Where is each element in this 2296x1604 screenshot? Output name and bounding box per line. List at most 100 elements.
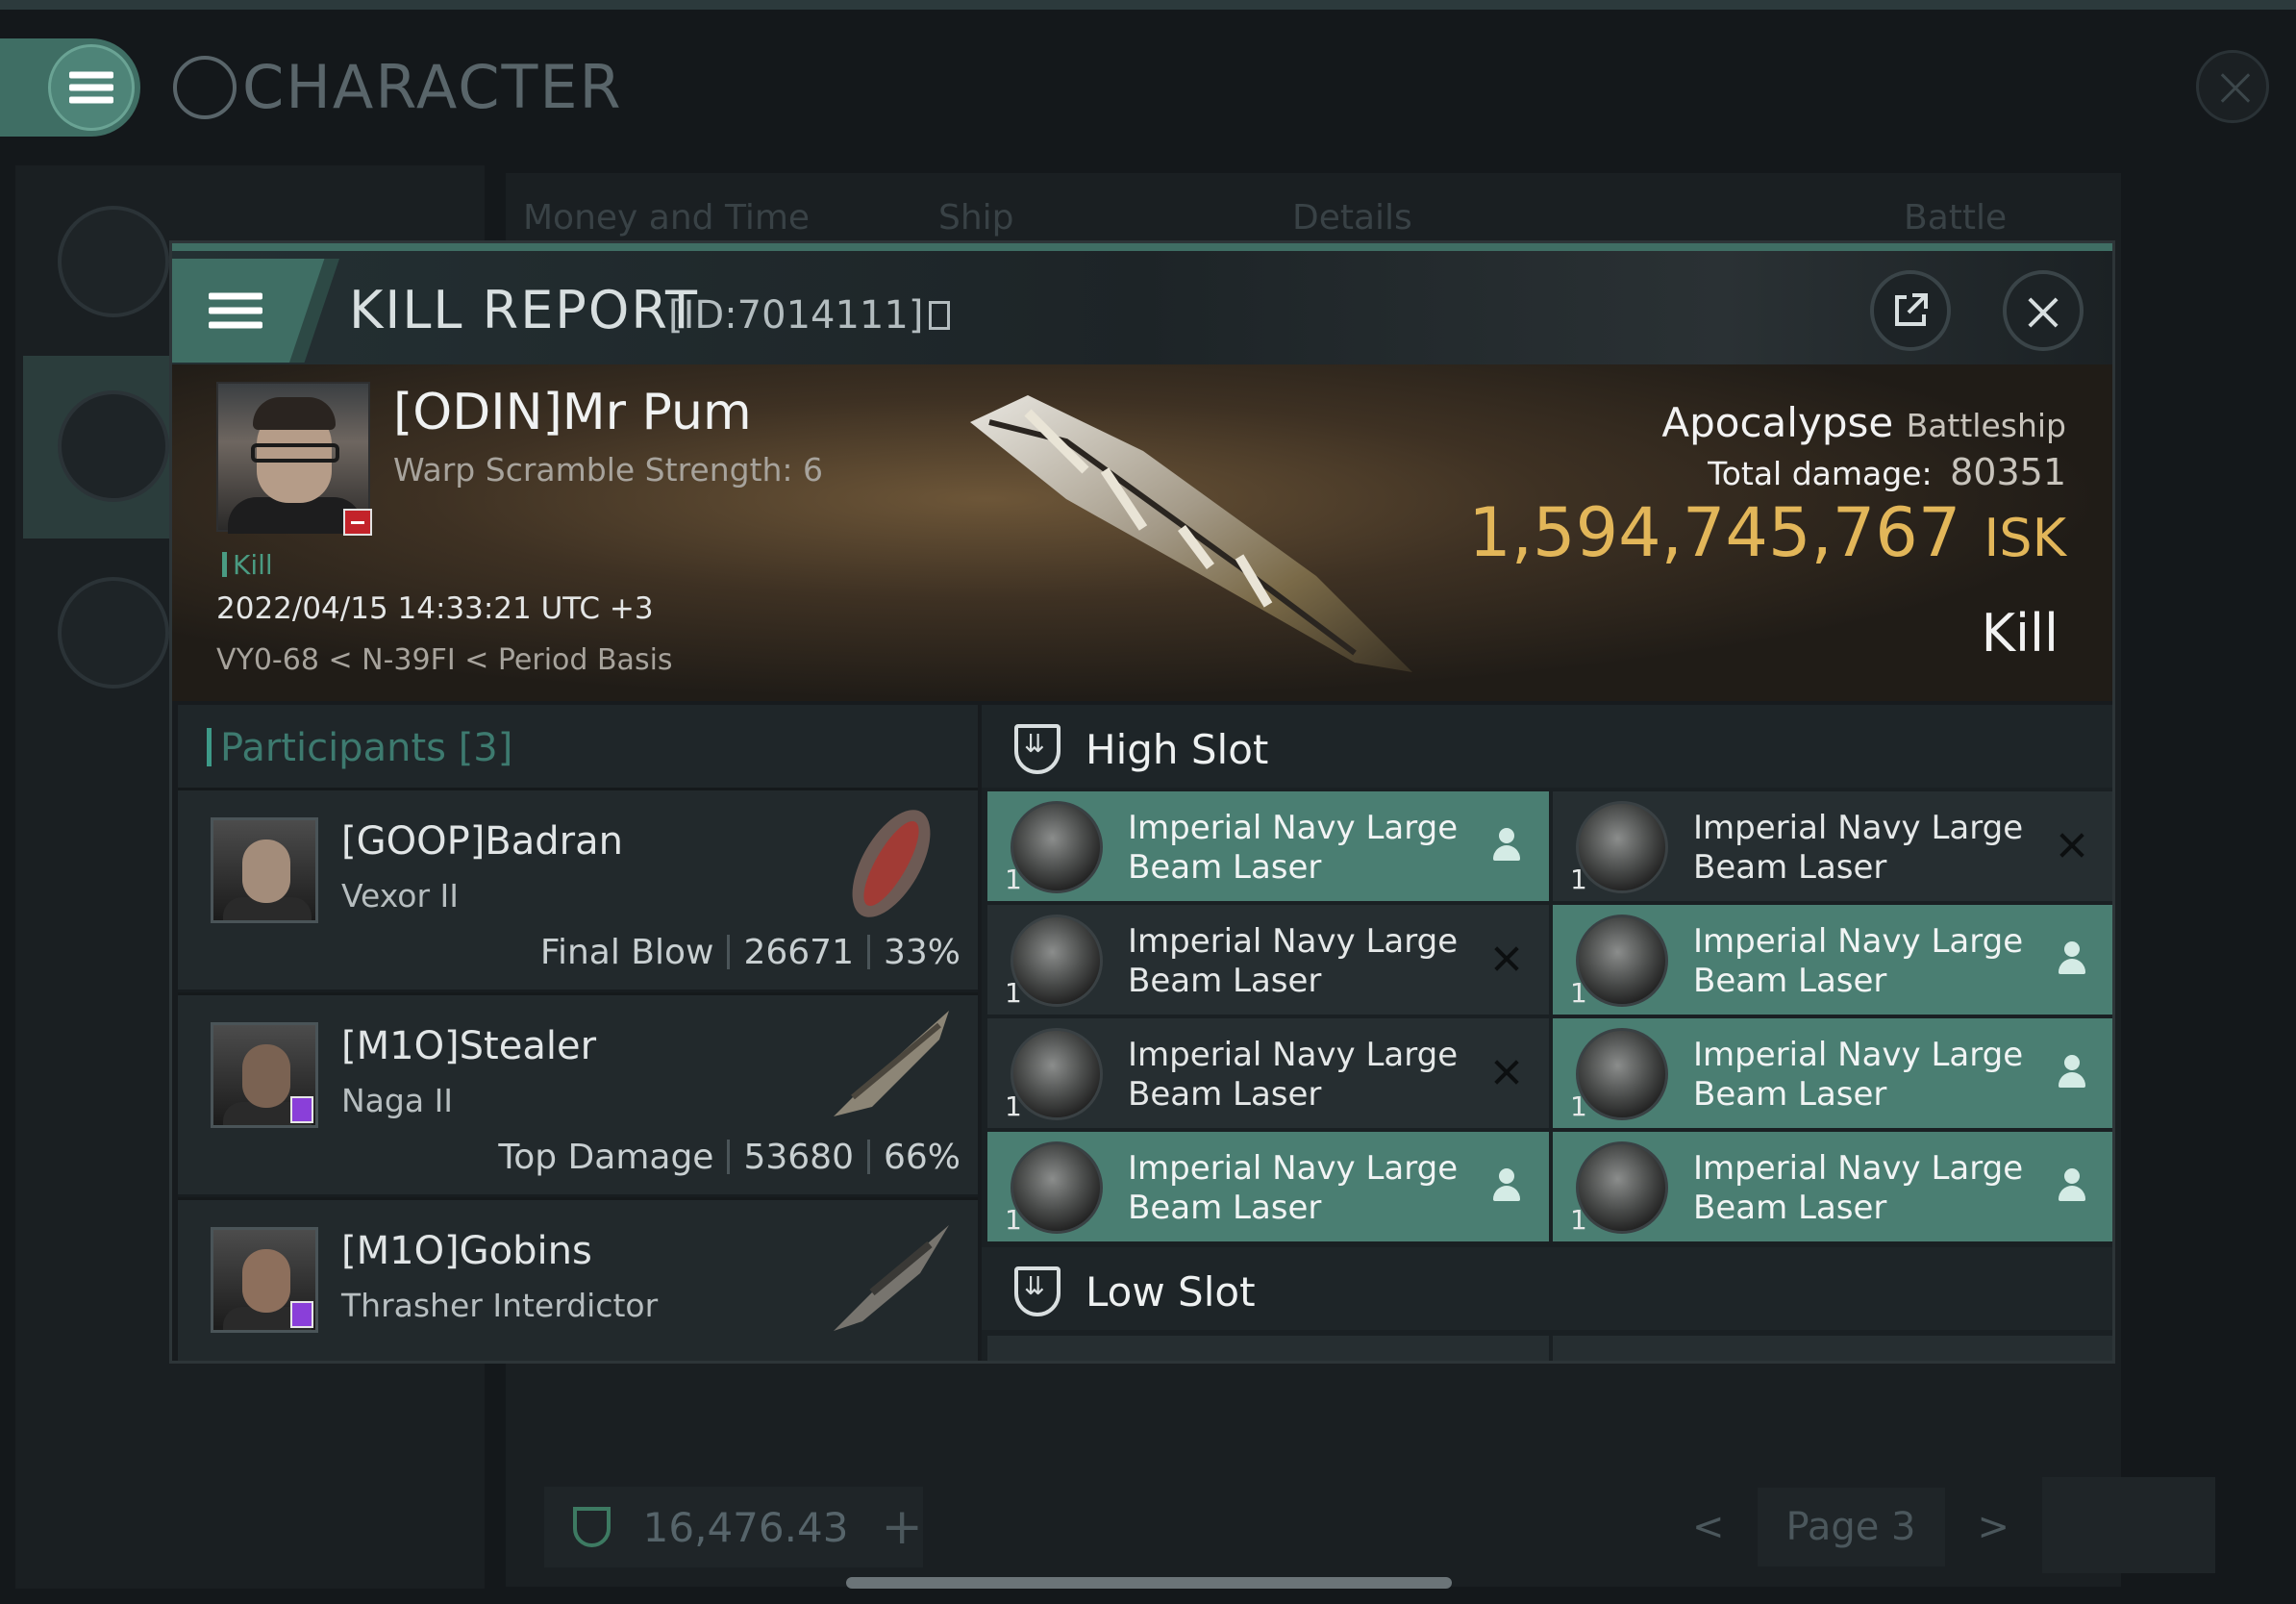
item-quantity: 1 (1570, 977, 1587, 1009)
wallet-value: 16,476.43 (642, 1503, 849, 1551)
high-slot-label: High Slot (1086, 726, 1269, 773)
beam-laser-icon (1576, 915, 1668, 1007)
window-accent-line (172, 243, 2112, 251)
high-slot-item[interactable]: 1 Imperial Navy Large Beam Laser (1553, 791, 2112, 901)
destroyed-x-icon (1487, 940, 1526, 978)
beam-laser-icon (1576, 801, 1668, 893)
participant-portrait[interactable] (211, 1227, 318, 1333)
kill-result: Kill (1981, 603, 2059, 664)
total-damage-label: Total damage: (1708, 455, 1933, 492)
beam-laser-icon (1576, 1141, 1668, 1234)
item-quantity: 1 (1570, 1090, 1587, 1122)
high-slot-item[interactable]: 1 Imperial Navy Large Beam Laser (1553, 905, 2112, 1015)
participant-ship: Thrasher Interdictor (341, 1287, 659, 1324)
participant-row[interactable]: [M1O]Gobins Thrasher Interdictor (178, 1197, 978, 1361)
tab-details[interactable]: Details (1292, 198, 1412, 238)
pagination: < Page 3 > (1692, 1481, 2009, 1573)
list-icon[interactable] (58, 206, 169, 317)
item-quantity: 1 (1570, 1204, 1587, 1236)
high-slot-item[interactable]: 1 Imperial Navy Large Beam Laser (987, 905, 1549, 1015)
close-button[interactable] (2003, 270, 2084, 351)
high-slot-item[interactable]: 1 Imperial Navy Large Beam Laser (1553, 1132, 2112, 1241)
item-name: Imperial Navy Large Beam Laser (1693, 922, 2024, 1000)
kill-id-text: [ID:7014111] (668, 293, 924, 338)
crossed-swords-icon[interactable] (58, 390, 169, 502)
participants-header: Participants [3] (178, 705, 978, 788)
item-name: Imperial Navy Large Beam Laser (1128, 922, 1459, 1000)
item-quantity: 1 (1005, 1204, 1022, 1236)
beam-laser-icon (1011, 915, 1103, 1007)
dropped-person-icon (1487, 1166, 1526, 1205)
participant-portrait[interactable] (211, 817, 318, 923)
low-slot-item[interactable] (1553, 1336, 2112, 1361)
total-damage: Total damage: 80351 (1708, 451, 2066, 493)
total-damage-value: 80351 (1950, 451, 2066, 493)
participant-ship: Naga II (341, 1082, 454, 1119)
hamburger-icon (209, 286, 262, 337)
item-name: Imperial Navy Large Beam Laser (1693, 1149, 2024, 1227)
external-link-icon (1895, 293, 1928, 326)
participant-stats: Final Blow 26671 33% (540, 933, 961, 972)
participants-label: Participants (220, 726, 446, 770)
victim-ship-name: Apocalypse (1661, 399, 1894, 446)
victim-name[interactable]: [ODIN]Mr Pum (393, 384, 752, 441)
low-slot-label: Low Slot (1086, 1268, 1256, 1316)
participant-row[interactable]: [GOOP]Badran Vexor II Final Blow 26671 33% (178, 788, 978, 990)
filter-button[interactable] (2042, 1477, 2215, 1573)
kill-report-header: KILL REPORT [ID:7014111] (172, 251, 2112, 364)
share-button[interactable] (1870, 270, 1951, 351)
participant-percent: 66% (883, 1138, 961, 1177)
dropped-person-icon (2053, 1053, 2091, 1091)
wallet-balance: 16,476.43 + (544, 1487, 923, 1567)
character-icon (173, 55, 237, 119)
participant-stats: Top Damage 53680 66% (498, 1138, 961, 1177)
high-slot-item[interactable]: 1 Imperial Navy Large Beam Laser (987, 1018, 1549, 1128)
low-slot-item[interactable] (987, 1336, 1549, 1361)
kill-location[interactable]: VY0-68 < N-39FI < Period Basis (216, 643, 673, 677)
item-quantity: 1 (1005, 1090, 1022, 1122)
high-slot-item[interactable]: 1 Imperial Navy Large Beam Laser (1553, 1018, 2112, 1128)
destroyed-x-icon (1487, 1053, 1526, 1091)
victim-ship-class: Battleship (1906, 407, 2066, 444)
participant-damage: 53680 (743, 1138, 854, 1177)
character-window-title: CHARACTER (173, 52, 623, 122)
star-icon[interactable] (58, 577, 169, 689)
high-slot-item[interactable]: 1 Imperial Navy Large Beam Laser (987, 1132, 1549, 1241)
scrollbar[interactable] (846, 1577, 1452, 1589)
separator (866, 1140, 870, 1174)
portrait-glasses (251, 443, 339, 463)
item-quantity: 1 (1005, 977, 1022, 1009)
prev-page-button[interactable]: < (1692, 1505, 1725, 1549)
page-indicator: Page 3 (1757, 1488, 1945, 1566)
high-slot-item[interactable]: 1 Imperial Navy Large Beam Laser (987, 791, 1549, 901)
separator (727, 935, 731, 969)
participant-ship: Vexor II (341, 877, 459, 915)
character-tabs: Money and Time Ship Details Battle Statu… (506, 173, 2121, 277)
tab-ship[interactable]: Ship (938, 198, 1014, 238)
add-funds-button[interactable]: + (881, 1498, 923, 1556)
isk-amount: 1,594,745,767 (1468, 493, 1961, 572)
character-title-text: CHARACTER (242, 52, 623, 122)
participant-role: Top Damage (498, 1138, 714, 1177)
copy-icon[interactable] (929, 301, 951, 330)
separator (727, 1140, 731, 1174)
corp-standing-icon (290, 1301, 313, 1328)
participant-row[interactable]: [M1O]Stealer Naga II Top Damage 53680 66% (178, 992, 978, 1194)
participants-count: [3] (458, 726, 513, 770)
main-menu-button[interactable] (0, 38, 140, 137)
tab-money-and-time[interactable]: Money and Time (523, 198, 810, 238)
item-quantity: 1 (1570, 864, 1587, 895)
top-bar (0, 0, 2296, 10)
victim-ship[interactable]: Apocalypse Battleship (1661, 399, 2066, 446)
victim-banner: [ODIN]Mr Pum Warp Scramble Strength: 6 K… (172, 364, 2112, 701)
next-page-button[interactable]: > (1977, 1505, 2009, 1549)
hostile-standing-icon (343, 509, 372, 536)
participant-ship-image (852, 810, 931, 917)
character-close-button[interactable] (2196, 50, 2269, 123)
participant-portrait[interactable] (211, 1022, 318, 1128)
isk-icon (573, 1507, 611, 1547)
item-quantity: 1 (1005, 864, 1022, 895)
participant-name: [M1O]Stealer (341, 1024, 597, 1068)
kill-report-id[interactable]: [ID:7014111] (668, 293, 951, 338)
item-name: Imperial Navy Large Beam Laser (1693, 1036, 2024, 1114)
